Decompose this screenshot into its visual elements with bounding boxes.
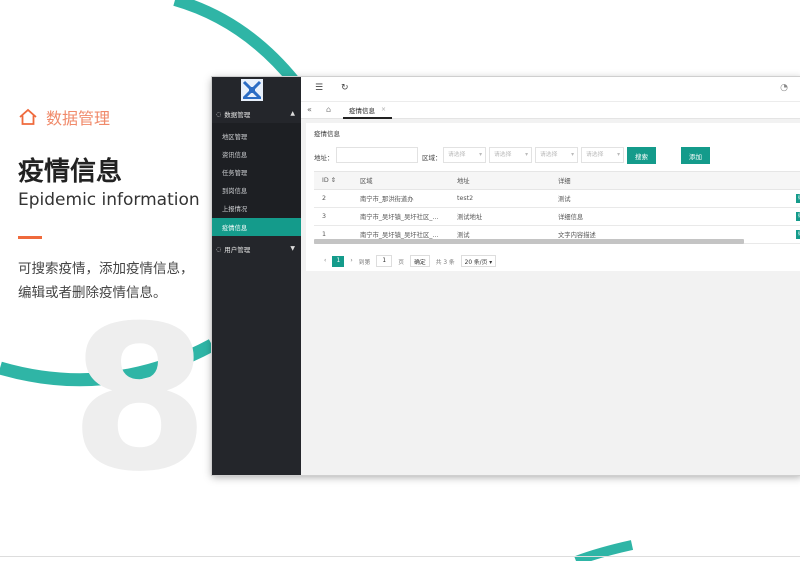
chevron-down-icon: ▼: [290, 245, 295, 253]
filter-bar: 地址： 区域： 请选择 ▾ 请选择 ▾ 请选择 ▾ 请选择 ▾ 搜索 添加: [314, 147, 800, 164]
sidebar-item-attendance[interactable]: 到岗信息: [212, 182, 301, 200]
next-page-icon[interactable]: ›: [350, 258, 352, 264]
section-title: 数据管理: [46, 109, 111, 128]
goto-page-input[interactable]: 1: [376, 255, 393, 267]
pagination: ‹ 1 › 到第 1 页 确定 共 3 条 20 条/页 ▾: [324, 255, 497, 267]
cell-address: test2: [457, 195, 474, 202]
circle-icon: ◌: [216, 110, 222, 118]
select-value: 请选择: [494, 152, 512, 158]
select-value: 请选择: [448, 152, 466, 158]
cell-address: 测试地址: [457, 214, 483, 221]
epidemic-table: ID ⇕ 区域 地址 详细 2 南宁市_那洪街道办 test2 测试 编辑 3 …: [314, 171, 800, 244]
sidebar: ◌ 数据管理 ▲ 地区管理 资讯信息 任务管理 到岗信息 上报情况 疫情信息 ◌…: [212, 77, 301, 475]
footer-divider: [0, 556, 800, 557]
column-header-address: 地址: [457, 178, 470, 185]
page-size-select[interactable]: 20 条/页 ▾: [460, 255, 497, 267]
content-panel: 疫情信息 地址： 区域： 请选择 ▾ 请选择 ▾ 请选择 ▾ 请选择 ▾ 搜索 …: [306, 123, 800, 271]
sidebar-item-tasks[interactable]: 任务管理: [212, 163, 301, 181]
cell-detail: 文字内容描述: [558, 232, 596, 239]
cell-address: 测试: [457, 232, 470, 239]
cell-detail: 测试: [558, 196, 571, 203]
horizontal-scrollbar[interactable]: [314, 239, 744, 244]
column-header-id[interactable]: ID ⇕: [314, 177, 352, 184]
goto-confirm-button[interactable]: 确定: [410, 255, 430, 267]
menu-toggle-icon[interactable]: ☰: [315, 83, 323, 93]
column-header-detail: 详细: [558, 178, 571, 185]
edit-button[interactable]: 编辑: [796, 212, 800, 221]
panel-title: 疫情信息: [314, 130, 340, 138]
city-select[interactable]: 请选择 ▾: [489, 147, 532, 163]
cell-id: 2: [322, 195, 327, 202]
tab-label: 疫情信息: [349, 106, 375, 115]
cell-id: 1: [322, 231, 327, 238]
sidebar-item-epidemic[interactable]: 疫情信息: [212, 217, 301, 237]
search-button[interactable]: 搜索: [627, 147, 656, 164]
community-select[interactable]: 请选择 ▾: [581, 147, 624, 163]
chevron-down-icon: ▾: [617, 152, 620, 158]
district-select[interactable]: 请选择 ▾: [535, 147, 578, 163]
sidebar-group-users[interactable]: ◌ 用户管理 ▼: [212, 240, 301, 258]
tab-epidemic[interactable]: 疫情信息 ×: [343, 102, 393, 119]
chevron-up-icon: ▲: [290, 110, 295, 117]
edit-button[interactable]: 编辑: [796, 230, 800, 239]
table-header: ID ⇕ 区域 地址 详细: [314, 172, 800, 190]
prev-page-icon[interactable]: ‹: [324, 258, 326, 264]
sidebar-group-data[interactable]: ◌ 数据管理 ▲: [212, 105, 301, 123]
cell-area: 南宁市_吴圩镇_吴圩社区_...: [360, 232, 439, 239]
chevron-down-icon: ▾: [479, 152, 482, 158]
select-value: 请选择: [540, 152, 558, 158]
section-header: 数据管理: [18, 105, 218, 129]
home-icon: [19, 108, 37, 125]
app-window: ◌ 数据管理 ▲ 地区管理 资讯信息 任务管理 到岗信息 上报情况 疫情信息 ◌…: [212, 77, 800, 475]
goto-label: 到第: [358, 259, 371, 266]
province-select[interactable]: 请选择 ▾: [443, 147, 486, 163]
sidebar-group-label: 用户管理: [224, 246, 251, 255]
add-button[interactable]: 添加: [681, 147, 710, 164]
logo-icon: [241, 79, 263, 101]
collapse-icon[interactable]: «: [307, 105, 312, 114]
description-line: 编辑或者删除疫情信息。: [18, 285, 167, 301]
cell-detail: 详细信息: [558, 214, 584, 221]
topbar: ☰ ↻ ◔: [301, 77, 800, 102]
page-subtitle: Epidemic information: [18, 190, 200, 210]
sidebar-item-news[interactable]: 资讯信息: [212, 145, 301, 163]
address-label: 地址：: [314, 154, 334, 162]
sidebar-menu: ◌ 数据管理 ▲ 地区管理 资讯信息 任务管理 到岗信息 上报情况 疫情信息 ◌…: [212, 105, 301, 258]
sidebar-group-label: 数据管理: [224, 111, 251, 119]
background-number: 8: [70, 283, 210, 516]
cell-area: 南宁市_那洪街道办: [360, 196, 414, 203]
chevron-down-icon: ▾: [571, 152, 574, 158]
total-count: 共 3 条: [435, 259, 455, 266]
home-icon[interactable]: ⌂: [326, 105, 331, 114]
chevron-down-icon: ▾: [525, 152, 528, 158]
main-area: ☰ ↻ ◔ « ⌂ 疫情信息 × 疫情信息 地址： 区域： 请选择 ▾ 请选择 …: [301, 77, 800, 475]
select-value: 请选择: [586, 152, 604, 158]
table-row: 2 南宁市_那洪街道办 test2 测试 编辑: [314, 190, 800, 208]
close-icon[interactable]: ×: [381, 106, 386, 113]
tabs-bar: « ⌂ 疫情信息 ×: [301, 102, 800, 119]
refresh-icon[interactable]: ↻: [341, 83, 349, 93]
edit-button[interactable]: 编辑: [796, 194, 800, 203]
sidebar-submenu: 地区管理 资讯信息 任务管理 到岗信息 上报情况 疫情信息: [212, 123, 301, 237]
description-line: 可搜索疫情，添加疫情信息，: [18, 261, 194, 277]
page-title: 疫情信息: [18, 157, 123, 187]
page-suffix: 页: [398, 259, 405, 266]
palette-icon[interactable]: ◔: [780, 83, 788, 93]
cell-area: 南宁市_吴圩镇_吴圩社区_...: [360, 214, 439, 221]
circle-icon: ◌: [216, 245, 222, 253]
column-header-area: 区域: [360, 178, 373, 185]
intro-panel: 数据管理 疫情信息 Epidemic information 可搜索疫情，添加疫…: [18, 105, 218, 305]
page-current[interactable]: 1: [332, 255, 345, 267]
cell-id: 3: [322, 213, 327, 220]
table-row: 3 南宁市_吴圩镇_吴圩社区_... 测试地址 详细信息 编辑: [314, 208, 800, 226]
sidebar-item-reports[interactable]: 上报情况: [212, 200, 301, 218]
description: 可搜索疫情，添加疫情信息， 编辑或者删除疫情信息。: [18, 257, 228, 305]
area-label: 区域：: [422, 154, 442, 162]
accent-divider: [18, 236, 42, 239]
sidebar-item-region[interactable]: 地区管理: [212, 127, 301, 145]
address-input[interactable]: [336, 147, 418, 163]
